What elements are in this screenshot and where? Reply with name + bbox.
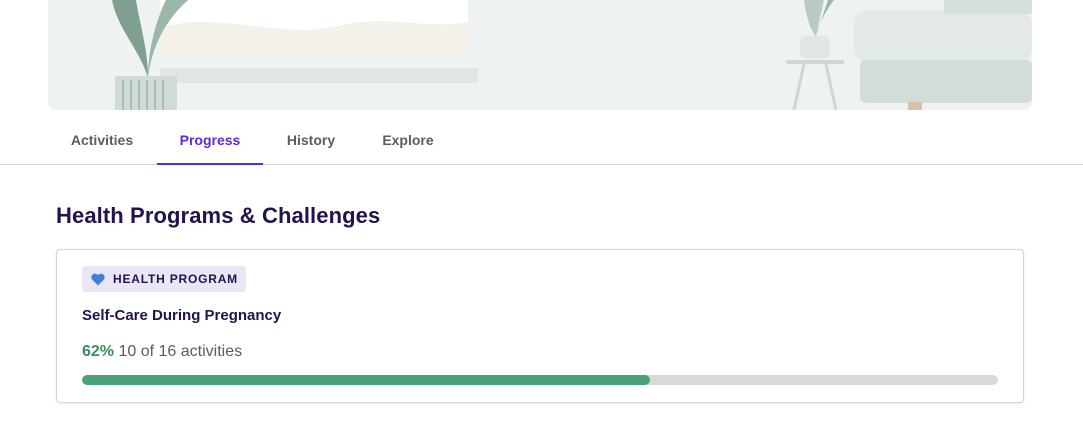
tab-explore-label: Explore	[382, 132, 434, 148]
tab-progress[interactable]: Progress	[157, 116, 263, 165]
progress-detail: 10 of 16 activities	[118, 343, 243, 360]
tab-progress-label: Progress	[179, 132, 241, 148]
progress-percent: 62%	[82, 343, 115, 360]
progress-bar-fill	[82, 375, 650, 385]
progress-bar	[82, 375, 998, 385]
tab-history[interactable]: History	[272, 116, 350, 164]
tab-explore[interactable]: Explore	[368, 116, 448, 164]
heart-icon	[91, 273, 105, 286]
badge-label: HEALTH PROGRAM	[113, 272, 238, 286]
tab-bar: Activities Progress History Explore	[0, 116, 1083, 165]
tab-history-label: History	[286, 132, 336, 148]
hero-illustration	[48, 0, 1032, 110]
health-program-card[interactable]: HEALTH PROGRAM Self-Care During Pregnanc…	[56, 249, 1024, 403]
tab-activities[interactable]: Activities	[57, 116, 147, 164]
section-title: Health Programs & Challenges	[56, 203, 381, 228]
page: Activities Progress History Explore Heal…	[0, 0, 1083, 445]
progress-summary: 62% 10 of 16 activities	[82, 343, 242, 361]
program-type-badge: HEALTH PROGRAM	[82, 266, 246, 292]
program-title: Self-Care During Pregnancy	[82, 307, 282, 324]
tab-activities-label: Activities	[70, 132, 134, 148]
